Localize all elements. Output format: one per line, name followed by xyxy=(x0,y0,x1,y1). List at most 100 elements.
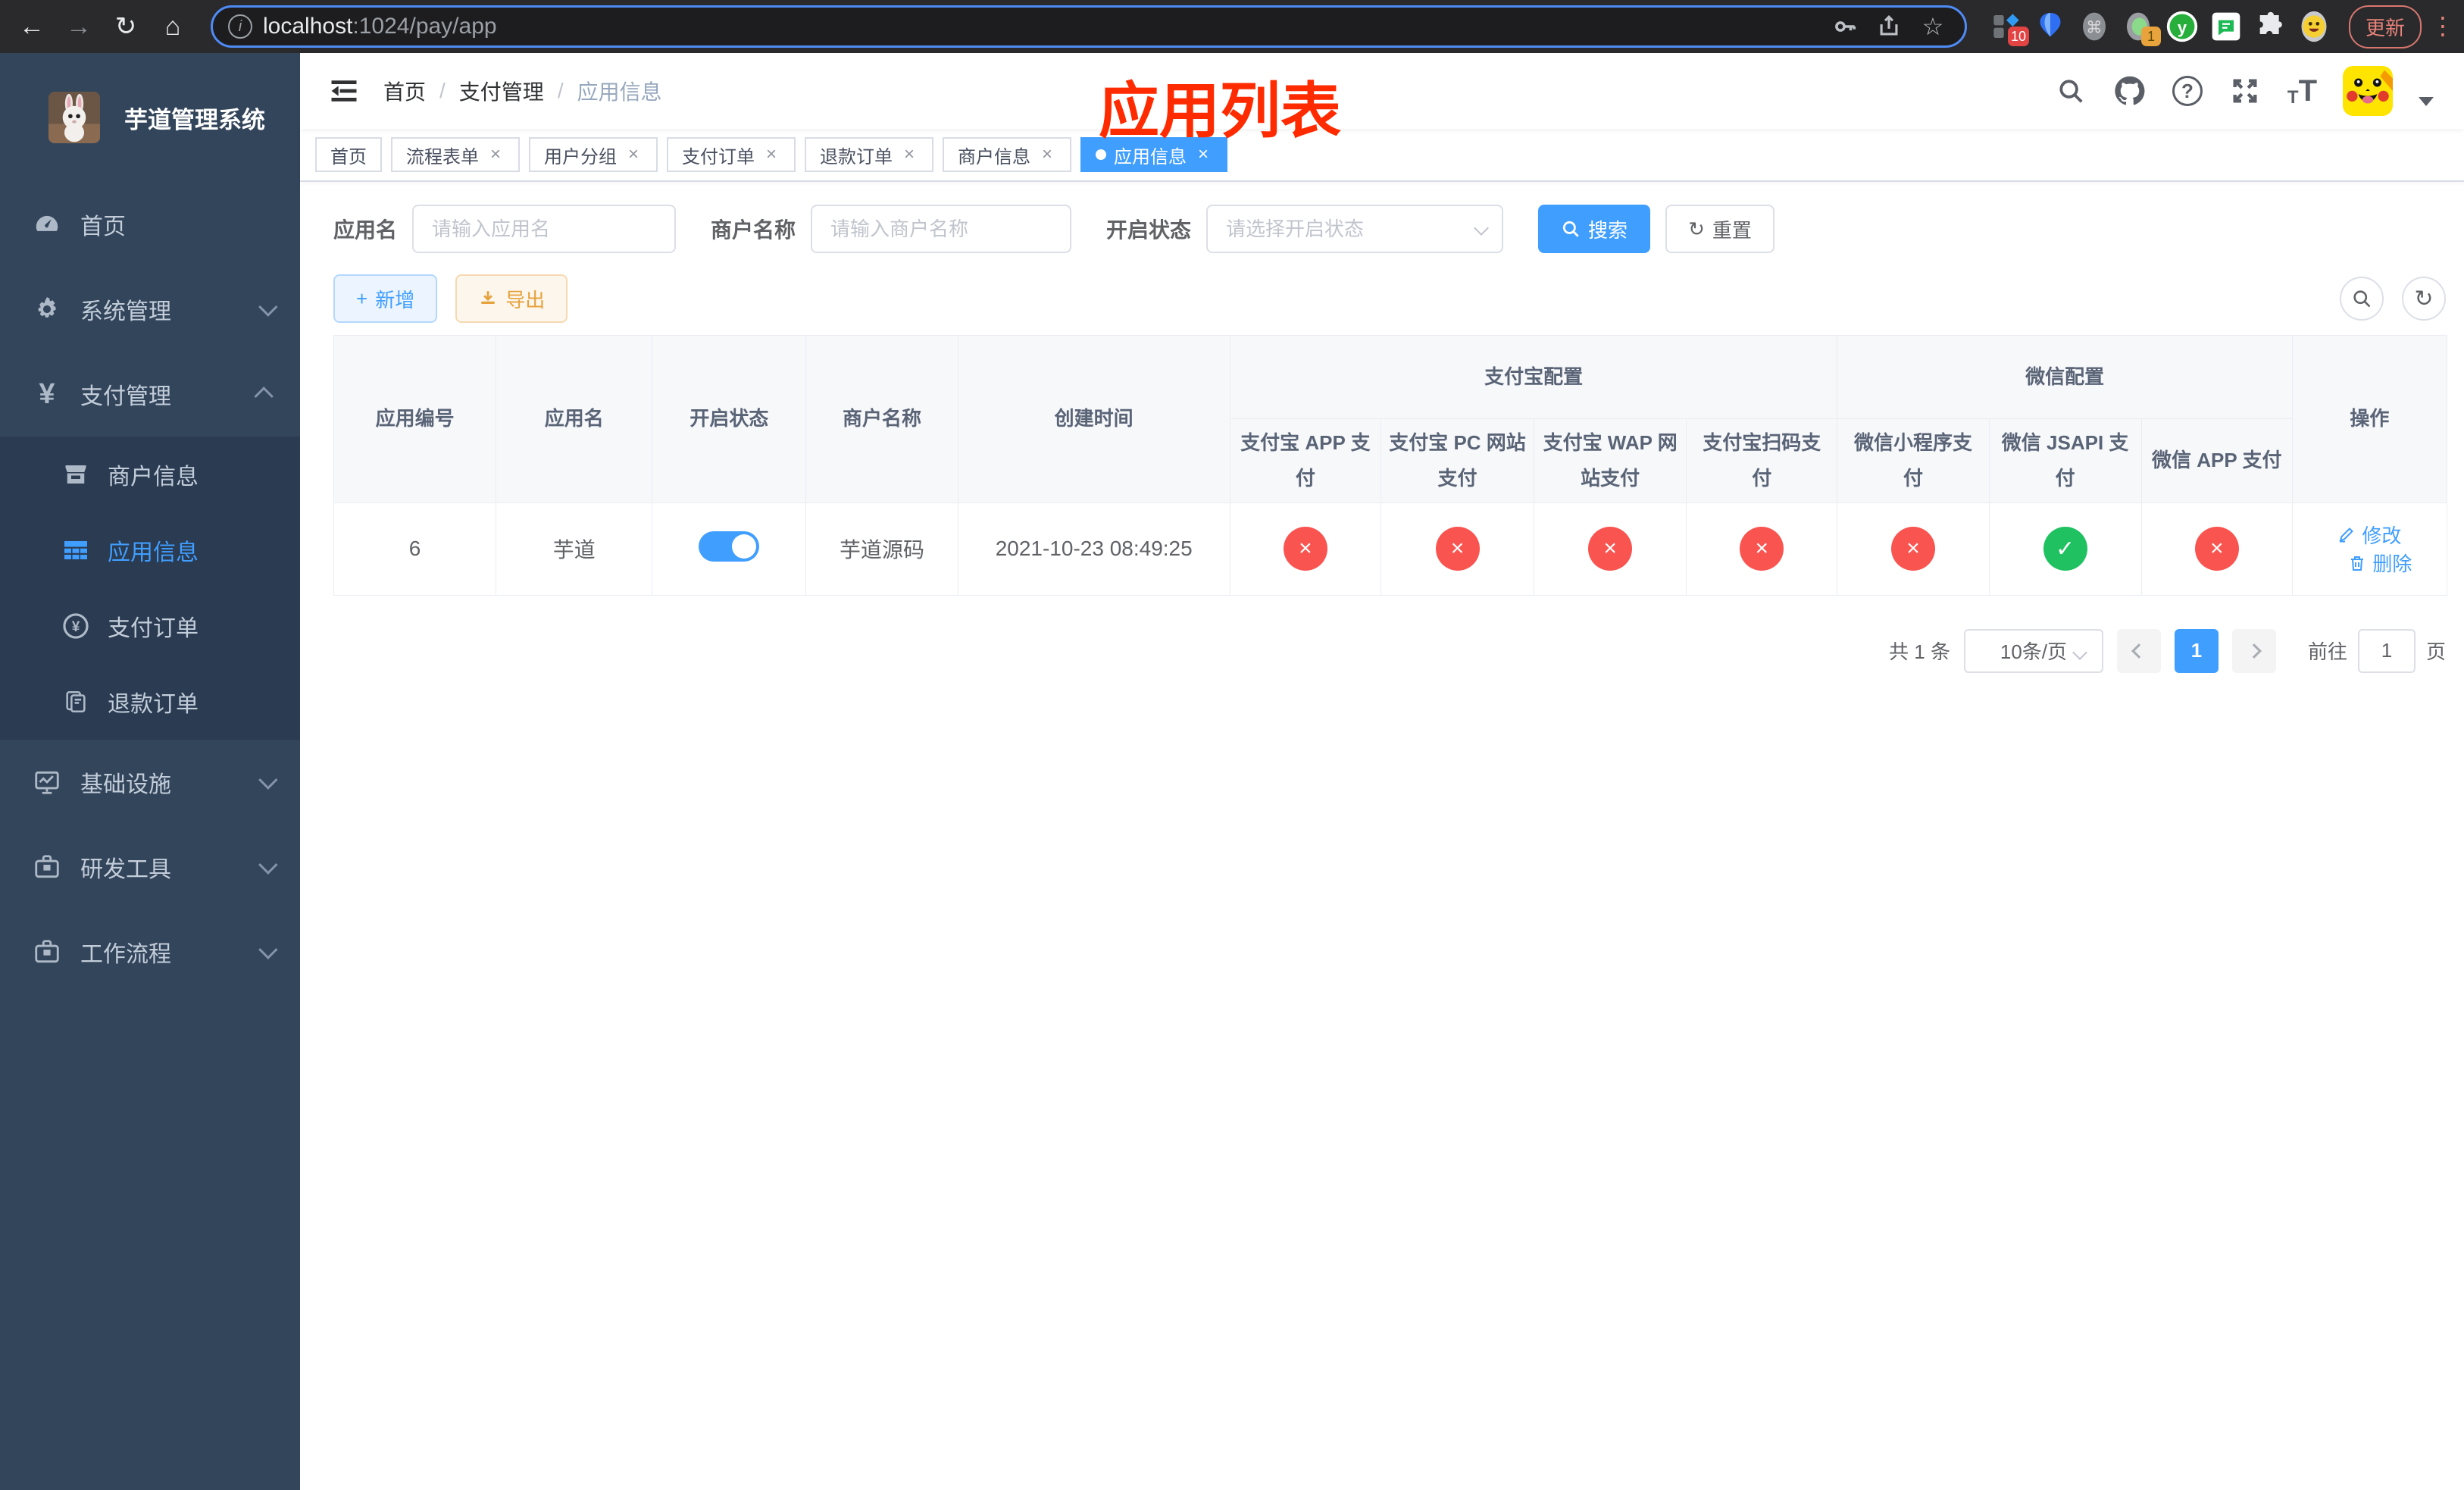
extensions-puzzle-icon[interactable] xyxy=(2253,10,2287,43)
total-count: 共 1 条 xyxy=(1889,640,1950,664)
extension-recorder-icon[interactable]: 1 xyxy=(2122,10,2161,46)
search-button[interactable]: 搜索 xyxy=(1538,205,1651,253)
edit-link[interactable]: 修改 xyxy=(2337,521,2401,549)
plus-icon: + xyxy=(356,286,368,310)
app-table: 应用编号 应用名 开启状态 商户名称 创建时间 支付宝配置 微信配置 操作 支付… xyxy=(333,335,2448,596)
merchant-name-input[interactable] xyxy=(811,205,1072,253)
tab-merchant-info[interactable]: 商户信息 × xyxy=(943,137,1071,172)
coin-yen-icon: ¥ xyxy=(59,612,92,640)
app-shell: 芋道管理系统 首页 系统管理 ¥ 支付管理 商户信息 应用信息 ¥ 支付订单 退… xyxy=(0,53,2464,1490)
close-icon[interactable]: × xyxy=(1038,144,1056,164)
profile-emoji-icon[interactable] xyxy=(2297,10,2331,43)
breadcrumb: 首页 / 支付管理 / 应用信息 xyxy=(383,76,662,106)
chevron-down-icon xyxy=(2072,644,2087,660)
toolbox-icon xyxy=(30,853,64,881)
sidebar-item-home[interactable]: 首页 xyxy=(0,182,300,267)
close-icon[interactable]: × xyxy=(900,144,918,164)
page-number-1[interactable]: 1 xyxy=(2174,628,2219,673)
github-icon[interactable] xyxy=(2113,74,2147,108)
browser-menu-icon[interactable]: ⋮ xyxy=(2431,14,2455,38)
header-actions: ? TT xyxy=(2054,66,2434,116)
tab-refund-order[interactable]: 退款订单 × xyxy=(805,137,933,172)
chrome-update-button[interactable]: 更新 xyxy=(2348,5,2422,49)
bookmark-star-icon[interactable]: ☆ xyxy=(1916,10,1950,43)
avatar[interactable] xyxy=(2343,66,2393,116)
close-icon[interactable]: × xyxy=(762,144,780,164)
document-icon xyxy=(59,689,92,715)
sidebar-item-system[interactable]: 系统管理 xyxy=(0,267,300,352)
extension-command-icon[interactable]: ⌘ xyxy=(2078,10,2111,43)
breadcrumb-current: 应用信息 xyxy=(577,80,662,104)
group-wechat-config: 微信配置 xyxy=(1837,335,2293,419)
chevron-right-icon xyxy=(2247,643,2262,659)
extension-chat-icon[interactable] xyxy=(2209,10,2243,43)
breadcrumb-home[interactable]: 首页 xyxy=(383,76,426,106)
status-select[interactable] xyxy=(1206,205,1504,253)
tab-user-group[interactable]: 用户分组 × xyxy=(529,137,658,172)
tab-process-form[interactable]: 流程表单 × xyxy=(391,137,520,172)
status-toggle[interactable] xyxy=(699,531,760,562)
dashboard-icon xyxy=(30,210,64,239)
sidebar-item-refund-order[interactable]: 退款订单 xyxy=(0,664,300,740)
content: 应用名 商户名称 开启状态 搜索 ↻ 重置 xyxy=(300,182,2464,1490)
page-size-select[interactable]: 10条/页 xyxy=(1963,628,2103,673)
extension-balloon-icon[interactable] xyxy=(2034,10,2067,43)
alipay-qr-status-icon: × xyxy=(1740,527,1784,571)
help-icon[interactable]: ? xyxy=(2172,76,2203,106)
reload-icon[interactable]: ↻ xyxy=(105,5,147,48)
sidebar-item-dev-tools[interactable]: 研发工具 xyxy=(0,825,300,909)
prev-page-button[interactable] xyxy=(2116,628,2161,673)
sidebar-item-label: 首页 xyxy=(80,214,126,239)
cell-app-id: 6 xyxy=(333,502,497,596)
table-tools: ↻ xyxy=(2340,277,2446,321)
home-icon[interactable]: ⌂ xyxy=(152,5,194,48)
goto-page-input[interactable] xyxy=(2357,628,2416,673)
avatar-caret-icon[interactable] xyxy=(2419,97,2434,106)
fullscreen-icon[interactable] xyxy=(2228,74,2262,108)
sidebar-item-label: 基础设施 xyxy=(80,772,171,797)
sidebar-item-merchant-info[interactable]: 商户信息 xyxy=(0,437,300,512)
chevron-down-icon xyxy=(258,940,278,959)
table-grid-icon xyxy=(59,537,92,564)
tab-home[interactable]: 首页 xyxy=(315,137,382,172)
show-search-icon-button[interactable] xyxy=(2340,277,2384,321)
pencil-icon xyxy=(2339,527,2354,543)
col-operations: 操作 xyxy=(2291,335,2448,503)
add-button[interactable]: + 新增 xyxy=(333,274,438,323)
svg-text:y: y xyxy=(2178,18,2187,37)
app-name-input[interactable] xyxy=(412,205,677,253)
alipay-pc-status-icon: × xyxy=(1435,527,1480,571)
close-icon[interactable]: × xyxy=(486,144,505,164)
alipay-app-status-icon: × xyxy=(1283,527,1327,571)
close-icon[interactable]: × xyxy=(624,144,643,164)
site-info-icon[interactable]: i xyxy=(228,14,252,39)
sidebar-item-infrastructure[interactable]: 基础设施 xyxy=(0,740,300,825)
refresh-table-button[interactable]: ↻ xyxy=(2402,277,2446,321)
delete-link[interactable]: 删除 xyxy=(2348,549,2412,577)
back-icon[interactable]: ← xyxy=(11,5,53,48)
col-created: 创建时间 xyxy=(957,335,1230,503)
next-page-button[interactable] xyxy=(2231,628,2276,673)
extension-y-icon[interactable]: y xyxy=(2165,10,2199,43)
font-size-icon[interactable]: TT xyxy=(2287,74,2317,108)
sidebar-item-pay-order[interactable]: ¥ 支付订单 xyxy=(0,588,300,664)
breadcrumb-payment[interactable]: 支付管理 xyxy=(459,76,544,106)
forward-icon[interactable]: → xyxy=(58,5,100,48)
export-button[interactable]: 导出 xyxy=(455,274,568,323)
active-tab-dot xyxy=(1096,149,1106,160)
reset-button[interactable]: ↻ 重置 xyxy=(1665,205,1775,253)
app-logo-row[interactable]: 芋道管理系统 xyxy=(0,53,300,182)
sidebar-item-workflow[interactable]: 工作流程 xyxy=(0,909,300,994)
address-bar[interactable]: i localhost:1024/pay/app ☆ xyxy=(211,5,1967,48)
share-icon[interactable] xyxy=(1872,10,1906,43)
url-text: localhost:1024/pay/app xyxy=(263,14,497,39)
group-alipay-config: 支付宝配置 xyxy=(1229,335,1838,419)
sidebar-item-app-info[interactable]: 应用信息 xyxy=(0,512,300,588)
extension-grid-icon[interactable]: 10 xyxy=(1990,10,2029,46)
header-search-icon[interactable] xyxy=(2054,74,2087,108)
sidebar-item-payment[interactable]: ¥ 支付管理 xyxy=(0,352,300,437)
password-key-icon[interactable] xyxy=(1828,10,1862,43)
sidebar-item-label: 应用信息 xyxy=(108,540,199,565)
tab-pay-order[interactable]: 支付订单 × xyxy=(667,137,796,172)
sidebar-collapse-icon[interactable] xyxy=(326,73,362,109)
